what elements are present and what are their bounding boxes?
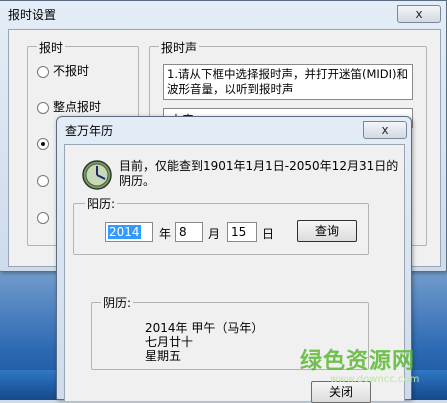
day-input-value: 15 bbox=[231, 225, 247, 239]
year-unit-label: 年 bbox=[159, 227, 172, 241]
radio-option-5-circle bbox=[37, 211, 49, 224]
alarm-mode-legend: 报时 bbox=[37, 39, 66, 56]
calendar-titlebar[interactable]: 查万年历 bbox=[57, 117, 411, 141]
radio-option-3-circle bbox=[37, 137, 49, 150]
radio-hourly[interactable]: 整点报时 bbox=[37, 98, 101, 114]
radio-option-3[interactable] bbox=[37, 136, 53, 152]
alarm-settings-titlebar[interactable]: 报时设置 bbox=[0, 1, 446, 25]
alarm-settings-title: 报时设置 bbox=[8, 8, 57, 22]
lunar-line-3: 星期五 bbox=[145, 349, 182, 363]
day-input[interactable]: 15 bbox=[227, 222, 257, 242]
calendar-info-text-value: 目前，仅能查到1901年1月1日-2050年12月31日的阴历。 bbox=[119, 159, 399, 188]
radio-no-alarm[interactable]: 不报时 bbox=[37, 62, 89, 78]
radio-no-alarm-label: 不报时 bbox=[53, 64, 90, 78]
month-input[interactable]: 8 bbox=[175, 222, 203, 242]
radio-hourly-label: 整点报时 bbox=[53, 100, 102, 114]
close-dialog-button-label: 关闭 bbox=[328, 385, 353, 399]
close-icon: x bbox=[415, 7, 423, 21]
radio-option-4[interactable] bbox=[37, 173, 53, 189]
lunar-date-legend: 阴历: bbox=[101, 294, 134, 311]
year-input-value: 2014 bbox=[108, 225, 141, 239]
month-unit-label: 月 bbox=[208, 227, 221, 241]
calendar-close-title-button[interactable]: x bbox=[363, 121, 407, 139]
watermark-url: www.downcc.com bbox=[330, 374, 420, 385]
query-button[interactable]: 查询 bbox=[297, 220, 357, 242]
radio-option-4-circle bbox=[37, 174, 49, 187]
radio-hourly-circle bbox=[37, 101, 49, 114]
alarm-sound-hint-text: 1.请从下框中选择报时声，并打开迷笛(MIDI)和波形音量，以听到报时声 bbox=[167, 67, 409, 96]
calendar-title: 查万年历 bbox=[65, 124, 114, 138]
radio-no-alarm-circle bbox=[37, 65, 49, 78]
alarm-sound-legend: 报时声 bbox=[159, 39, 200, 56]
close-icon: x bbox=[381, 123, 389, 137]
solar-date-legend: 阳历: bbox=[85, 195, 118, 212]
month-input-value: 8 bbox=[179, 225, 187, 239]
calendar-info-text: 目前，仅能查到1901年1月1日-2050年12月31日的阴历。 bbox=[119, 159, 404, 189]
alarm-sound-hint: 1.请从下框中选择报时声，并打开迷笛(MIDI)和波形音量，以听到报时声 bbox=[163, 64, 413, 100]
query-button-label: 查询 bbox=[314, 224, 339, 238]
watermark-text: 绿色资源网 bbox=[300, 349, 416, 374]
radio-option-5[interactable] bbox=[37, 210, 53, 226]
year-input[interactable]: 2014 bbox=[105, 222, 153, 242]
alarm-settings-close-button[interactable]: x bbox=[397, 5, 441, 23]
day-unit-label: 日 bbox=[262, 227, 275, 241]
clock-icon bbox=[82, 160, 112, 190]
